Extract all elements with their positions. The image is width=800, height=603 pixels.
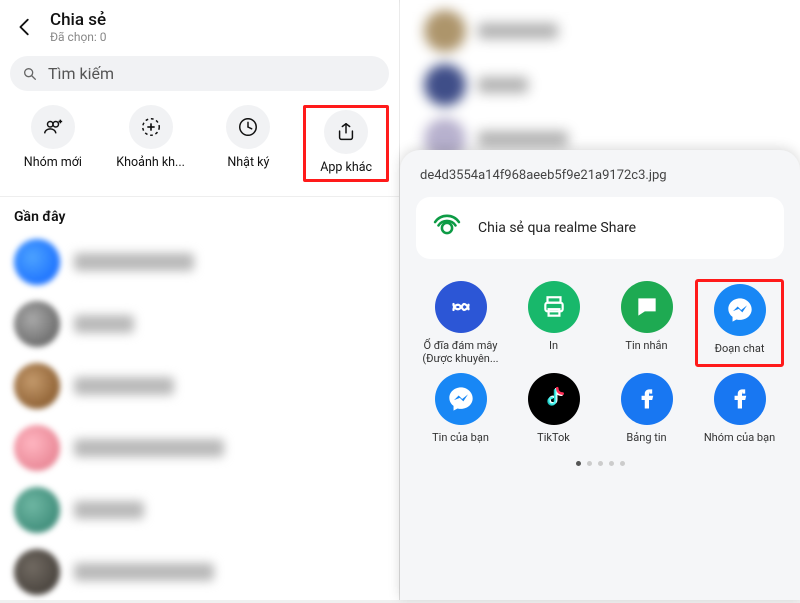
plus-circle-dashed-icon xyxy=(140,116,162,138)
clock-icon xyxy=(237,116,259,138)
header-title: Chia sẻ xyxy=(50,10,107,30)
list-item[interactable] xyxy=(0,417,399,479)
action-new-group[interactable]: Nhóm mới xyxy=(10,105,96,182)
contact-name-blurred xyxy=(74,439,224,457)
tiktok-icon xyxy=(541,386,567,412)
avatar xyxy=(14,363,60,409)
avatar xyxy=(14,301,60,347)
action-moment[interactable]: Khoảnh kh... xyxy=(108,105,194,182)
share-app-cloud-drive[interactable]: Ổ đĩa đám mây (Được khuyên... xyxy=(416,279,505,367)
share-app-label: Tin của bạn xyxy=(432,431,489,444)
share-app-messenger-chat[interactable]: Đoạn chat xyxy=(695,279,784,367)
background-blurred-contacts xyxy=(400,0,800,150)
facebook-icon xyxy=(725,384,755,414)
share-apps-grid: Ổ đĩa đám mây (Được khuyên... In Tin nhắ… xyxy=(416,279,784,447)
search-icon xyxy=(22,66,38,82)
action-other-apps[interactable]: App khác xyxy=(303,105,389,182)
list-item[interactable] xyxy=(0,355,399,417)
share-panel-left: Chia sẻ Đã chọn: 0 Tìm kiếm Nhóm mới Kho… xyxy=(0,0,400,600)
share-app-messages[interactable]: Tin nhắn xyxy=(602,279,691,367)
contact-name-blurred xyxy=(74,253,194,271)
list-item[interactable] xyxy=(0,541,399,603)
page-indicator xyxy=(416,461,784,466)
avatar xyxy=(14,549,60,595)
share-filename: de4d3554a14f968aeeb5f9e21a9172c3.jpg xyxy=(420,168,780,183)
share-app-label: In xyxy=(549,339,558,352)
avatar xyxy=(14,487,60,533)
action-label: Nhật ký xyxy=(227,155,269,170)
avatar xyxy=(14,425,60,471)
share-app-tiktok[interactable]: TikTok xyxy=(509,371,598,446)
infinity-icon xyxy=(446,292,476,322)
dot xyxy=(598,461,603,466)
share-app-print[interactable]: In xyxy=(509,279,598,367)
share-app-facebook-group[interactable]: Nhóm của bạn xyxy=(695,371,784,446)
messenger-icon xyxy=(726,296,754,324)
share-app-label: Đoạn chat xyxy=(715,342,765,355)
share-app-label: TikTok xyxy=(537,431,570,444)
share-sheet: de4d3554a14f968aeeb5f9e21a9172c3.jpg Chi… xyxy=(400,150,800,600)
share-app-label: Tin nhắn xyxy=(625,339,667,352)
share-actions-row: Nhóm mới Khoảnh kh... Nhật ký App khác xyxy=(0,97,399,197)
list-item[interactable] xyxy=(0,293,399,355)
left-header: Chia sẻ Đã chọn: 0 xyxy=(0,0,399,50)
contact-name-blurred xyxy=(74,315,134,333)
header-subtitle: Đã chọn: 0 xyxy=(50,30,107,44)
list-item[interactable] xyxy=(0,479,399,541)
share-app-label: Bảng tin xyxy=(626,431,666,444)
realme-share-card[interactable]: Chia sẻ qua realme Share xyxy=(416,197,784,259)
dot xyxy=(620,461,625,466)
contact-name-blurred xyxy=(74,501,144,519)
list-item[interactable] xyxy=(0,231,399,293)
share-app-label: Nhóm của bạn xyxy=(704,431,775,444)
contact-name-blurred xyxy=(74,563,214,581)
search-input[interactable]: Tìm kiếm xyxy=(10,56,389,91)
action-label: Nhóm mới xyxy=(24,155,82,170)
dot xyxy=(609,461,614,466)
share-app-your-news[interactable]: Tin của bạn xyxy=(416,371,505,446)
realme-share-icon xyxy=(430,211,464,245)
facebook-icon xyxy=(632,384,662,414)
action-label: App khác xyxy=(320,160,372,175)
dot xyxy=(587,461,592,466)
recent-section-label: Gần đây xyxy=(0,197,399,231)
share-app-facebook-feed[interactable]: Bảng tin xyxy=(602,371,691,446)
realme-share-label: Chia sẻ qua realme Share xyxy=(478,220,636,236)
system-share-sheet-panel: de4d3554a14f968aeeb5f9e21a9172c3.jpg Chi… xyxy=(400,0,800,600)
contact-name-blurred xyxy=(74,377,174,395)
chat-bubble-icon xyxy=(634,294,660,320)
back-icon[interactable] xyxy=(14,16,36,38)
messenger-icon xyxy=(447,385,475,413)
share-icon xyxy=(335,121,357,143)
share-app-label: Ổ đĩa đám mây (Được khuyên... xyxy=(420,339,502,365)
avatar xyxy=(14,239,60,285)
group-add-icon xyxy=(42,116,64,138)
search-placeholder: Tìm kiếm xyxy=(48,64,114,83)
action-story[interactable]: Nhật ký xyxy=(205,105,291,182)
dot-active xyxy=(576,461,581,466)
printer-icon xyxy=(541,294,567,320)
action-label: Khoảnh kh... xyxy=(116,155,185,170)
